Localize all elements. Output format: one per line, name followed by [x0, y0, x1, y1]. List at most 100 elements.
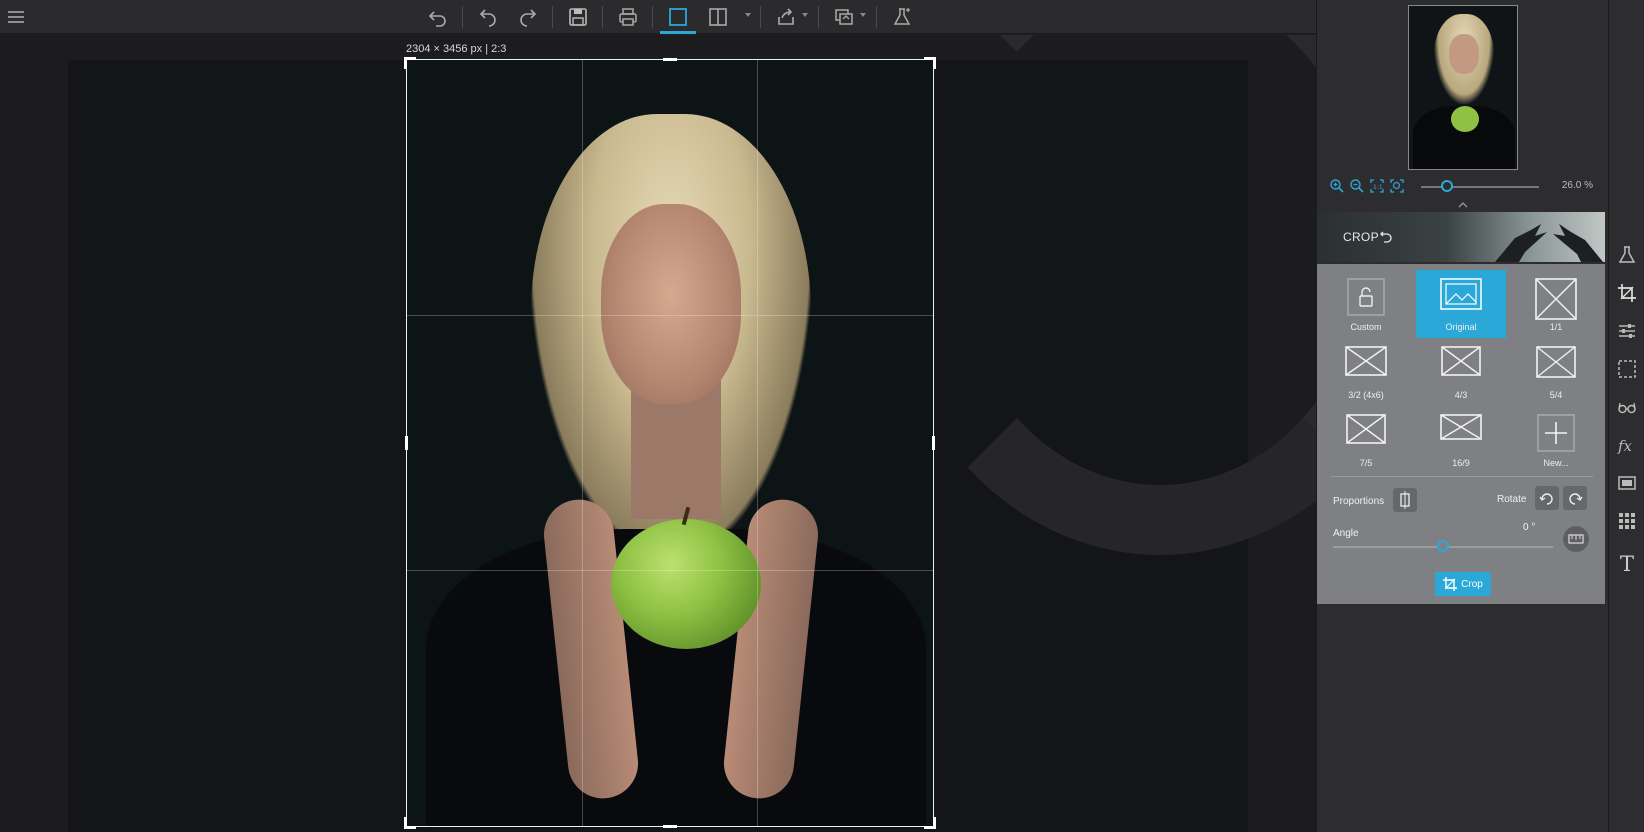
preset-7-5[interactable]: 7/5 [1321, 406, 1411, 474]
ratio-icon [1441, 346, 1481, 376]
preset-label: New... [1543, 458, 1569, 468]
thumbnail-face [1449, 34, 1479, 74]
crop-handle-right[interactable] [932, 436, 935, 450]
crop-grid-line [407, 570, 933, 572]
preset-3-2[interactable]: 3/2 (4x6) [1321, 338, 1411, 406]
chevron-down-icon[interactable] [860, 13, 866, 17]
crop-panel-header: CROP [1317, 212, 1605, 262]
svg-text:1:1: 1:1 [1373, 184, 1383, 191]
navigator-thumbnail[interactable] [1408, 5, 1518, 170]
toolbar-separator [760, 6, 761, 28]
sliders-icon[interactable] [1616, 320, 1638, 342]
fx-icon[interactable]: fx [1616, 434, 1638, 456]
crop-handle-top-right[interactable] [924, 57, 936, 69]
hamburger-icon[interactable] [2, 3, 30, 31]
preset-new[interactable]: New... [1511, 406, 1601, 474]
right-panel: 1:1 26.0 % CROP Custom Original 1/1 3/2 … [1316, 0, 1608, 832]
crop-handle-left[interactable] [405, 436, 408, 450]
print-icon[interactable] [614, 3, 642, 31]
thumbnail-apple [1451, 106, 1479, 132]
preset-5-4[interactable]: 5/4 [1511, 338, 1601, 406]
rotate-left-button[interactable] [1535, 486, 1559, 510]
preset-custom[interactable]: Custom [1321, 270, 1411, 338]
frame-icon[interactable] [1616, 472, 1638, 494]
crop-handle-bottom[interactable] [663, 825, 677, 828]
preset-original[interactable]: Original [1416, 270, 1506, 338]
texture-icon[interactable] [1616, 510, 1638, 532]
crop-button-label: Crop [1461, 578, 1483, 590]
original-ratio-icon [1440, 278, 1482, 310]
lab-icon[interactable] [1616, 244, 1638, 266]
preset-label: 3/2 (4x6) [1348, 390, 1384, 400]
crop-handle-bottom-right[interactable] [924, 817, 936, 829]
toolbar-separator [652, 6, 653, 28]
straighten-icon [1568, 534, 1584, 544]
image-size-label: 2304 × 3456 px | 2:3 [406, 43, 507, 55]
reset-icon[interactable] [1379, 229, 1393, 243]
preset-16-9[interactable]: 16/9 [1416, 406, 1506, 474]
crop-handle-top-left[interactable] [404, 57, 416, 69]
image-canvas[interactable]: 2304 × 3456 px | 2:3 [0, 35, 1316, 832]
batch-icon[interactable] [830, 3, 858, 31]
lab-icon[interactable] [888, 3, 916, 31]
zoom-slider-thumb[interactable] [1441, 180, 1453, 192]
chevron-down-icon[interactable] [802, 13, 808, 17]
active-view-indicator [660, 31, 696, 34]
crop-panel-body: Custom Original 1/1 3/2 (4x6) 4/3 5/4 7/… [1317, 264, 1605, 604]
angle-label: Angle [1333, 528, 1359, 539]
save-icon[interactable] [564, 3, 592, 31]
rotate-right-button[interactable] [1563, 486, 1587, 510]
crop-panel-title: CROP [1343, 230, 1379, 244]
crop-grid-line [757, 60, 759, 826]
toolbar-separator [602, 6, 603, 28]
crop-icon[interactable] [1616, 282, 1638, 304]
crop-grid-line [407, 315, 933, 317]
toolbar-separator [552, 6, 553, 28]
crop-handle-bottom-left[interactable] [404, 817, 416, 829]
lock-icon [1347, 278, 1385, 316]
actual-size-icon[interactable] [1389, 178, 1405, 194]
split-view-icon[interactable] [704, 3, 732, 31]
rotate-label: Rotate [1497, 494, 1527, 505]
preset-4-3[interactable]: 4/3 [1416, 338, 1506, 406]
crop-button[interactable]: Crop [1435, 572, 1491, 596]
redo-step-icon[interactable] [514, 3, 542, 31]
plus-icon [1537, 414, 1575, 452]
undo-step-icon[interactable] [474, 3, 502, 31]
chevron-down-icon[interactable] [745, 13, 751, 17]
ratio-icon [1440, 414, 1482, 440]
zoom-controls: 1:1 26.0 % [1329, 178, 1605, 196]
undo-icon[interactable] [424, 3, 452, 31]
toolbar-separator [818, 6, 819, 28]
preset-1-1[interactable]: 1/1 [1511, 270, 1601, 338]
preset-label: 5/4 [1549, 390, 1563, 400]
crop-handle-top[interactable] [663, 58, 677, 61]
crop-header-artwork [1495, 224, 1603, 262]
selection-icon[interactable] [1616, 358, 1638, 380]
text-icon[interactable]: T [1616, 552, 1638, 574]
preset-label: 1/1 [1549, 322, 1563, 332]
proportions-icon [1400, 491, 1410, 509]
fit-icon[interactable]: 1:1 [1369, 178, 1385, 194]
glasses-icon[interactable] [1616, 396, 1638, 418]
ratio-icon [1345, 346, 1387, 376]
crop-grid-line [582, 60, 584, 826]
crop-frame[interactable] [404, 57, 936, 829]
preset-label: 7/5 [1359, 458, 1373, 468]
single-view-icon[interactable] [664, 3, 692, 31]
straighten-button[interactable] [1563, 526, 1589, 552]
proportions-label: Proportions [1333, 496, 1385, 507]
tool-strip: fx T [1608, 0, 1644, 832]
angle-slider-thumb[interactable] [1437, 540, 1449, 552]
preset-label: Custom [1350, 322, 1382, 332]
chevron-up-icon[interactable] [1458, 200, 1468, 208]
zoom-out-icon[interactable] [1349, 178, 1365, 194]
zoom-slider-track[interactable] [1421, 186, 1539, 188]
top-toolbar [0, 0, 1316, 34]
zoom-value: 26.0 % [1561, 180, 1593, 191]
proportions-toggle[interactable] [1393, 488, 1417, 512]
share-icon[interactable] [772, 3, 800, 31]
ratio-icon [1535, 278, 1577, 320]
rotate-left-icon [1539, 493, 1553, 505]
zoom-in-icon[interactable] [1329, 178, 1345, 194]
